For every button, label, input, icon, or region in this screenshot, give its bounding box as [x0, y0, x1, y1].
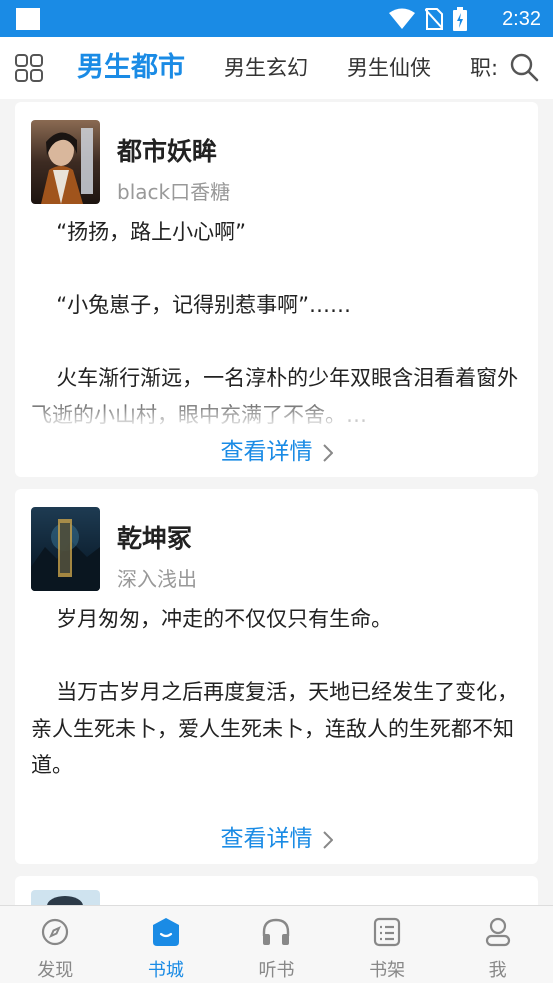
view-details-label: 查看详情	[220, 826, 313, 852]
nav-label: 我	[488, 960, 507, 981]
nav-label: 发现	[37, 960, 74, 981]
view-details-link[interactable]: 查看详情	[15, 432, 538, 466]
book-card[interactable]	[15, 876, 538, 905]
description-line	[31, 324, 525, 361]
nav-bookstore[interactable]: 书城	[111, 906, 222, 983]
tab-male-urban[interactable]: 男生都市	[77, 37, 185, 99]
view-details-link[interactable]: 查看详情	[15, 819, 538, 853]
book-card[interactable]: 乾坤冢 深入浅出 岁月匆匆，冲走的不仅仅只有生命。 当万古岁月之后再度复活，天地…	[15, 489, 538, 864]
view-details-label: 查看详情	[220, 439, 313, 465]
chevron-right-icon	[322, 443, 333, 462]
text-fade	[15, 777, 538, 817]
book-author: 深入浅出	[117, 567, 197, 591]
nav-label: 听书	[258, 960, 295, 981]
description-line: 岁月匆匆，冲走的不仅仅只有生命。	[56, 607, 393, 631]
search-icon[interactable]	[509, 52, 539, 82]
store-icon	[152, 918, 179, 946]
wifi-icon	[389, 8, 415, 29]
text-fade	[15, 390, 538, 430]
compass-icon	[42, 918, 69, 946]
book-feed: 都市妖眸 black口香糖 “扬扬，路上小心啊” “小兔崽子，记得别惹事啊”………	[0, 99, 553, 905]
no-sim-icon	[425, 8, 443, 30]
category-tabs: 男生都市 男生玄幻 男生仙侠 职:	[60, 37, 500, 99]
nav-audiobooks[interactable]: 听书	[221, 906, 332, 983]
battery-charging-icon	[453, 7, 467, 31]
status-time: 2:32	[502, 8, 541, 30]
bookshelf-icon	[373, 917, 401, 947]
nav-label: 书架	[369, 960, 406, 981]
book-cover-image[interactable]	[31, 890, 100, 905]
headphones-icon	[263, 918, 290, 945]
nav-discover[interactable]: 发现	[0, 906, 111, 983]
description-line: “小兔崽子，记得别惹事啊”……	[56, 293, 351, 317]
tab-male-xianxia[interactable]: 男生仙侠	[347, 37, 431, 99]
category-nav: 男生都市 男生玄幻 男生仙侠 职:	[0, 37, 553, 99]
description-line	[31, 251, 525, 288]
book-author: black口香糖	[117, 180, 231, 204]
tab-male-fantasy[interactable]: 男生玄幻	[224, 37, 308, 99]
tab-career[interactable]: 职:	[470, 37, 498, 99]
description-line: 当万古岁月之后再度复活，天地已经发生了变化，亲人生死未卜，爱人生死未卜，连敌人的…	[31, 680, 519, 777]
notification-icon	[16, 8, 40, 30]
nav-profile[interactable]: 我	[442, 906, 553, 983]
chevron-right-icon	[322, 830, 333, 849]
description-line	[31, 638, 525, 675]
nav-label: 书城	[147, 960, 184, 981]
book-cover-image[interactable]	[31, 120, 100, 204]
book-cover-image[interactable]	[31, 507, 100, 591]
profile-icon	[485, 917, 510, 947]
nav-bookshelf[interactable]: 书架	[332, 906, 443, 983]
bottom-nav: 发现 书城 听书 书架 我	[0, 905, 553, 983]
book-title[interactable]: 乾坤冢	[117, 519, 192, 555]
grid-menu-icon[interactable]	[14, 53, 44, 83]
description-line: “扬扬，路上小心啊”	[56, 220, 246, 244]
book-title[interactable]: 都市妖眸	[117, 132, 217, 168]
book-card[interactable]: 都市妖眸 black口香糖 “扬扬，路上小心啊” “小兔崽子，记得别惹事啊”………	[15, 102, 538, 477]
status-bar: 2:32	[0, 0, 553, 37]
